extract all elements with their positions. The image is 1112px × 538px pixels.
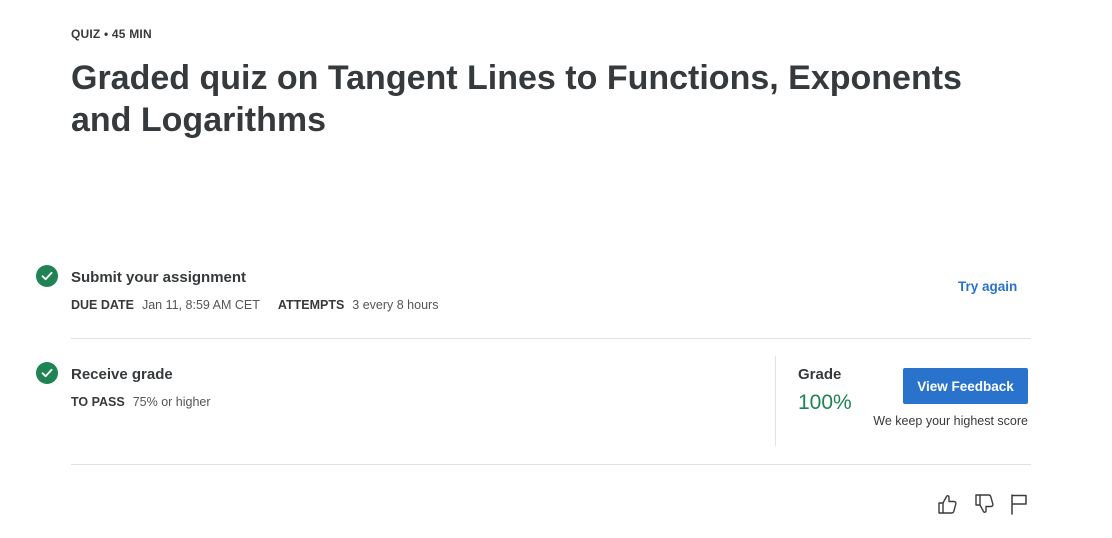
thumbs-down-icon[interactable] <box>973 492 995 516</box>
flag-icon[interactable] <box>1009 492 1031 516</box>
due-date-label: DUE DATE <box>71 298 134 312</box>
attempts-label: ATTEMPTS <box>277 298 345 312</box>
to-pass-value: 75% or higher <box>132 395 211 409</box>
vertical-divider <box>775 356 776 446</box>
highest-score-note: We keep your highest score <box>873 414 1028 428</box>
divider <box>71 338 1031 339</box>
thumbs-up-icon[interactable] <box>936 492 958 516</box>
submit-step-title: Submit your assignment <box>71 269 247 286</box>
quiz-page: QUIZ • 45 MIN Graded quiz on Tangent Lin… <box>0 0 1112 538</box>
submit-step-meta: DUE DATE Jan 11, 8:59 AM CET ATTEMPTS 3 … <box>71 298 456 312</box>
grade-label: Grade <box>798 366 842 383</box>
quiz-eyebrow: QUIZ • 45 MIN <box>71 27 152 41</box>
check-circle-icon <box>36 362 58 384</box>
attempts-value: 3 every 8 hours <box>352 298 439 312</box>
grade-step-title: Receive grade <box>71 366 173 383</box>
view-feedback-button[interactable]: View Feedback <box>903 368 1028 404</box>
due-date-value: Jan 11, 8:59 AM CET <box>141 298 260 312</box>
page-title: Graded quiz on Tangent Lines to Function… <box>71 59 962 139</box>
divider <box>71 464 1031 465</box>
grade-value: 100% <box>798 391 852 414</box>
grade-step-meta: TO PASS 75% or higher <box>71 395 229 409</box>
try-again-link[interactable]: Try again <box>958 279 1017 294</box>
check-circle-icon <box>36 265 58 287</box>
to-pass-label: TO PASS <box>71 395 125 409</box>
